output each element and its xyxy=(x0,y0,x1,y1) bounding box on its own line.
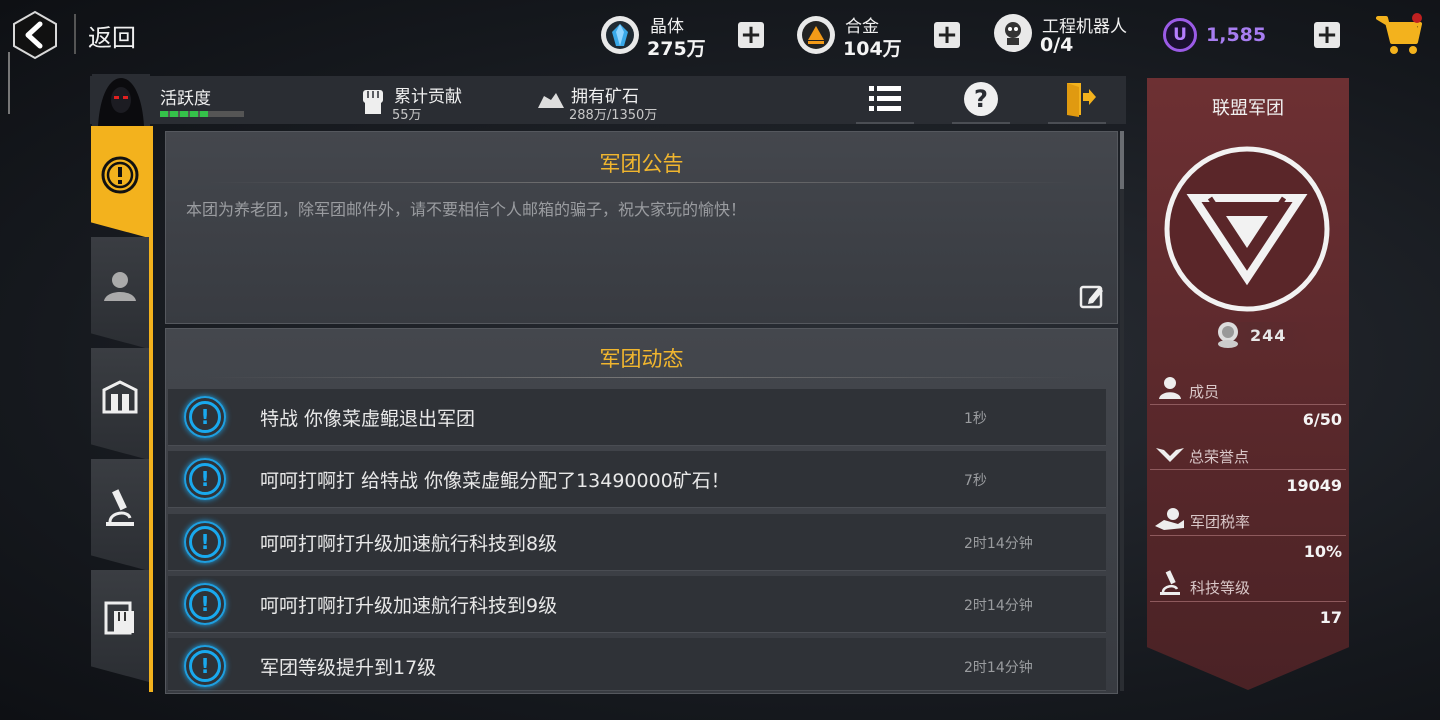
member-icon xyxy=(1158,376,1182,404)
tab-battle[interactable] xyxy=(91,570,149,682)
announcement-panel: 军团公告 本团为养老团，除军团邮件外，请不要相信个人邮箱的骗子，祝大家玩的愉快！ xyxy=(165,131,1118,324)
tab-technology[interactable] xyxy=(91,459,149,571)
exit-door-icon xyxy=(1067,83,1096,117)
robot-icon xyxy=(994,14,1032,52)
divider xyxy=(8,52,10,114)
divider xyxy=(74,14,76,54)
feed-row: ! 呵呵打啊打升级加速航行科技到9级 2时14分钟 xyxy=(168,576,1106,633)
alliance-name: 联盟军团 xyxy=(1212,98,1284,119)
alert-icon xyxy=(101,156,139,194)
activity-label: 活跃度 xyxy=(160,89,211,109)
back-label[interactable]: 返回 xyxy=(88,18,136,53)
add-alloy-button[interactable]: + xyxy=(934,22,960,48)
info-alert-icon: ! xyxy=(184,396,226,438)
back-arrow-icon xyxy=(13,10,57,60)
shop-button[interactable] xyxy=(1376,12,1424,62)
add-crystal-button[interactable]: + xyxy=(738,22,764,48)
tab-buildings[interactable] xyxy=(91,348,149,460)
info-alert-icon: ! xyxy=(184,645,226,687)
feed-time: 2时14分钟 xyxy=(964,598,1033,614)
side-tab-rail xyxy=(149,126,153,692)
hangar-icon xyxy=(102,380,138,414)
feed-text: 呵呵打啊打 给特战 你像菜虚鲲分配了13490000矿石！ xyxy=(260,470,730,492)
feed-text: 呵呵打啊打升级加速航行科技到9级 xyxy=(260,595,558,617)
divider xyxy=(1150,469,1346,470)
feed-time: 1秒 xyxy=(964,411,987,427)
edit-icon xyxy=(1079,285,1103,309)
announcement-title: 军团公告 xyxy=(599,152,684,176)
feed-row: ! 特战 你像菜虚鲲退出军团 1秒 xyxy=(168,389,1106,446)
crystal-icon xyxy=(601,16,639,54)
title-divider xyxy=(206,377,1077,378)
members-icon xyxy=(104,272,136,301)
divider xyxy=(1150,404,1346,405)
feed-time: 7秒 xyxy=(964,473,987,489)
ore-icon xyxy=(536,90,566,114)
scrollbar-thumb[interactable] xyxy=(1120,131,1124,189)
feed-row: ! 呵呵打啊打 给特战 你像菜虚鲲分配了13490000矿石！ 7秒 xyxy=(168,451,1106,508)
fist-icon xyxy=(360,86,386,120)
tab-members[interactable] xyxy=(91,237,149,349)
info-alert-icon: ! xyxy=(184,521,226,563)
members-value: 6/50 xyxy=(1302,410,1342,429)
info-alert-icon: ! xyxy=(184,583,226,625)
tax-hand-icon xyxy=(1154,506,1186,536)
tab-announcements[interactable] xyxy=(91,126,149,238)
exit-button[interactable] xyxy=(1048,76,1106,124)
triangle-emblem-icon xyxy=(1164,146,1330,312)
battle-fist-icon xyxy=(104,601,134,635)
ore-value: 288万/1350万 xyxy=(569,108,658,123)
honor-label: 总荣誉点 xyxy=(1189,448,1250,466)
crystal-value: 275万 xyxy=(647,38,706,60)
title-divider xyxy=(206,182,1077,183)
back-button[interactable] xyxy=(12,10,58,60)
info-alert-icon: ! xyxy=(184,458,226,500)
feed-title: 军团动态 xyxy=(599,347,684,371)
cart-icon xyxy=(1376,13,1422,54)
feed-time: 2时14分钟 xyxy=(964,536,1033,552)
feed-time: 2时14分钟 xyxy=(964,660,1033,676)
premium-value: 1,585 xyxy=(1206,24,1267,46)
tax-value: 10% xyxy=(1303,542,1342,561)
wings-icon xyxy=(1154,444,1186,468)
u-coin-icon: U xyxy=(1163,18,1197,52)
divider xyxy=(1150,601,1346,602)
divider xyxy=(1150,535,1346,536)
tech-level-label: 科技等级 xyxy=(1190,579,1251,597)
activity-bar xyxy=(160,111,244,117)
alloy-icon xyxy=(797,16,835,54)
announcement-body: 本团为养老团，除军团邮件外，请不要相信个人邮箱的骗子，祝大家玩的愉快！ xyxy=(186,200,747,219)
alliance-emblem[interactable] xyxy=(1164,146,1330,316)
contribution-value: 55万 xyxy=(392,108,422,123)
list-icon xyxy=(869,86,901,111)
coin-stack-icon xyxy=(1214,320,1242,354)
feed-row: ! 呵呵打啊打升级加速航行科技到8级 2时14分钟 xyxy=(168,514,1106,571)
feed-text: 军团等级提升到17级 xyxy=(260,657,437,679)
robot-value: 0/4 xyxy=(1040,34,1074,56)
microscope-icon xyxy=(1158,570,1182,600)
help-button[interactable]: ? xyxy=(952,76,1010,124)
emblem-count: 244 xyxy=(1250,326,1287,345)
edit-announcement-button[interactable] xyxy=(1079,283,1105,313)
scrollbar-track[interactable] xyxy=(1120,131,1124,691)
avatar[interactable] xyxy=(92,74,150,126)
tech-level-value: 17 xyxy=(1319,608,1342,627)
feed-text: 特战 你像菜虚鲲退出军团 xyxy=(260,408,476,430)
svg-text:?: ? xyxy=(974,85,988,113)
list-button[interactable] xyxy=(856,76,914,124)
feed-text: 呵呵打啊打升级加速航行科技到8级 xyxy=(260,533,558,555)
honor-value: 19049 xyxy=(1286,476,1342,495)
microscope-icon xyxy=(106,489,134,526)
activity-bar-fill xyxy=(160,111,211,117)
help-icon: ? xyxy=(964,82,998,116)
members-label: 成员 xyxy=(1189,383,1220,401)
add-premium-button[interactable]: + xyxy=(1314,22,1340,48)
alloy-value: 104万 xyxy=(843,38,902,60)
notification-dot xyxy=(1412,13,1422,23)
feed-row: ! 军团等级提升到17级 2时14分钟 xyxy=(168,638,1106,691)
tax-label: 军团税率 xyxy=(1190,513,1251,531)
